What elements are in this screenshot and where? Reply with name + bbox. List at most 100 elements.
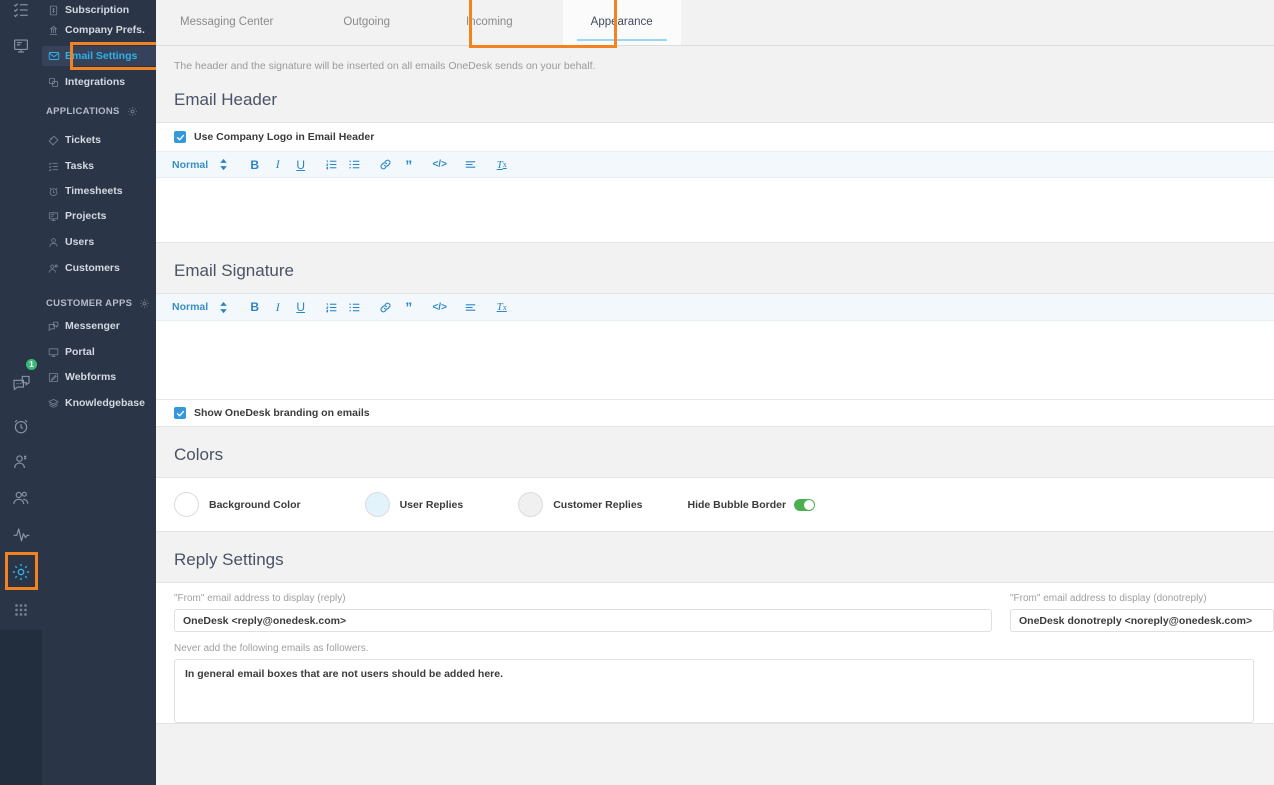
use-company-logo-row[interactable]: Use Company Logo in Email Header [156,123,1274,151]
link-icon[interactable] [374,153,397,176]
ordered-list-icon[interactable] [320,296,343,319]
messenger-badge: 1 [26,359,37,370]
colors-panel: Background Color User Replies Customer R… [156,477,1274,532]
knowledgebase-icon [48,398,65,409]
background-color-label: Background Color [209,498,301,511]
rail-activity-icon[interactable] [0,516,42,552]
user-replies-swatch[interactable] [364,492,390,517]
gear-icon[interactable] [127,106,138,117]
sidebar-item-integrations[interactable]: Integrations [42,72,156,92]
link-icon[interactable] [374,296,397,319]
sidebar-item-webforms[interactable]: Webforms [42,367,156,387]
rail-messenger-icon[interactable]: 1 [0,359,42,401]
sidebar-label: Knowledgebase [65,397,145,409]
sidebar-item-email-settings[interactable]: Email Settings [42,46,156,66]
sidebar-label: Email Settings [65,50,138,62]
rail-customers-icon[interactable] [0,480,42,516]
rail-users-icon[interactable] [0,444,42,480]
underline-icon[interactable]: U [289,296,312,319]
blockquote-icon[interactable]: ” [397,153,420,176]
copy-icon [48,77,65,88]
sidebar-item-customers[interactable]: Customers [42,258,156,278]
use-company-logo-label: Use Company Logo in Email Header [194,131,375,143]
sidebar-item-tasks[interactable]: Tasks [42,156,156,176]
customer-replies-label: Customer Replies [553,498,643,511]
tab-outgoing[interactable]: Outgoing [327,0,406,45]
sidebar-item-portal[interactable]: Portal [42,342,156,362]
align-icon[interactable] [459,153,482,176]
rail-projects-icon[interactable] [0,28,42,64]
customer-replies-swatch[interactable] [518,492,544,517]
user-replies-color-control[interactable]: User Replies [364,492,463,517]
sidebar-item-timesheets[interactable]: Timesheets [42,181,156,201]
gear-icon[interactable] [139,298,150,309]
from-reply-input[interactable]: OneDesk <reply@onedesk.com> [174,609,992,632]
sidebar-item-company-prefs[interactable]: Company Prefs. [42,20,156,40]
tab-messaging-center[interactable]: Messaging Center [164,0,289,45]
sidebar-label: Messenger [65,320,120,332]
hide-bubble-border-control[interactable]: Hide Bubble Border [688,498,816,511]
hide-bubble-border-toggle[interactable] [794,498,816,511]
tab-appearance[interactable]: Appearance [562,0,681,45]
portal-icon [48,347,65,358]
email-signature-title: Email Signature [156,243,1274,293]
bold-icon[interactable]: B [243,296,266,319]
sidebar-group-label: CUSTOMER APPS [46,297,133,309]
never-followers-textarea[interactable]: In general email boxes that are not user… [174,659,1254,723]
rail-settings-icon[interactable] [0,554,42,590]
customer-replies-color-control[interactable]: Customer Replies [518,492,643,517]
sidebar-label: Tasks [65,160,94,172]
code-icon[interactable]: </> [428,296,451,319]
from-donotreply-input[interactable]: OneDesk donotreply <noreply@onedesk.com> [1010,609,1274,632]
show-branding-row[interactable]: Show OneDesk branding on emails [156,400,1274,426]
chevron-updown-icon[interactable] [212,153,235,176]
italic-icon[interactable]: I [266,296,289,319]
icon-rail: 1 [0,0,42,785]
from-donotreply-label: "From" email address to display (donotre… [1010,593,1207,604]
blockquote-icon[interactable]: ” [397,296,420,319]
sidebar-item-knowledgebase[interactable]: Knowledgebase [42,393,156,413]
email-signature-editor-body[interactable] [156,321,1274,399]
timer-icon [48,186,65,197]
sidebar-item-subscription[interactable]: Subscription [42,0,156,20]
show-branding-checkbox[interactable] [174,407,186,419]
sidebar-item-tickets[interactable]: Tickets [42,130,156,150]
sidebar-item-messenger[interactable]: Messenger [42,316,156,336]
clear-format-icon[interactable]: Tx [490,296,513,319]
rail-timesheets-icon[interactable] [0,408,42,444]
messenger-icon [48,321,65,332]
sidebar-group-customer-apps: CUSTOMER APPS [42,290,156,316]
intro-text: The header and the signature will be ins… [174,60,596,72]
rail-apps-grid-icon[interactable] [0,592,42,628]
money-icon [48,5,65,16]
from-reply-label: "From" email address to display (reply) [174,593,346,604]
format-dropdown-label[interactable]: Normal [172,301,208,313]
background-color-control[interactable]: Background Color [174,492,301,517]
sidebar-item-users[interactable]: Users [42,232,156,252]
background-color-swatch[interactable] [174,492,199,517]
align-icon[interactable] [459,296,482,319]
rail-tasks-list-icon[interactable] [0,0,42,28]
underline-icon[interactable]: U [289,153,312,176]
email-header-title: Email Header [156,72,1274,122]
sidebar-item-projects[interactable]: Projects [42,206,156,226]
app-root: 1 Subscription Company Prefs. Email Sett… [0,0,1274,785]
bullet-list-icon[interactable] [343,296,366,319]
reply-settings-panel: "From" email address to display (reply) … [156,582,1274,724]
ticket-icon [48,135,65,146]
code-icon[interactable]: </> [428,153,451,176]
bullet-list-icon[interactable] [343,153,366,176]
email-header-editor-body[interactable] [156,178,1274,242]
italic-icon[interactable]: I [266,153,289,176]
use-company-logo-checkbox[interactable] [174,131,186,143]
clear-format-icon[interactable]: Tx [490,153,513,176]
chevron-updown-icon[interactable] [212,296,235,319]
ordered-list-icon[interactable] [320,153,343,176]
email-signature-editor-toolbar: Normal B I U ” </> T x [156,294,1274,321]
bold-icon[interactable]: B [243,153,266,176]
projects-icon [48,211,65,222]
format-dropdown-label[interactable]: Normal [172,159,208,171]
sidebar-label: Tickets [65,134,101,146]
email-header-editor-toolbar: Normal B I U ” </> T x [156,151,1274,178]
tab-incoming[interactable]: Incoming [450,0,529,45]
